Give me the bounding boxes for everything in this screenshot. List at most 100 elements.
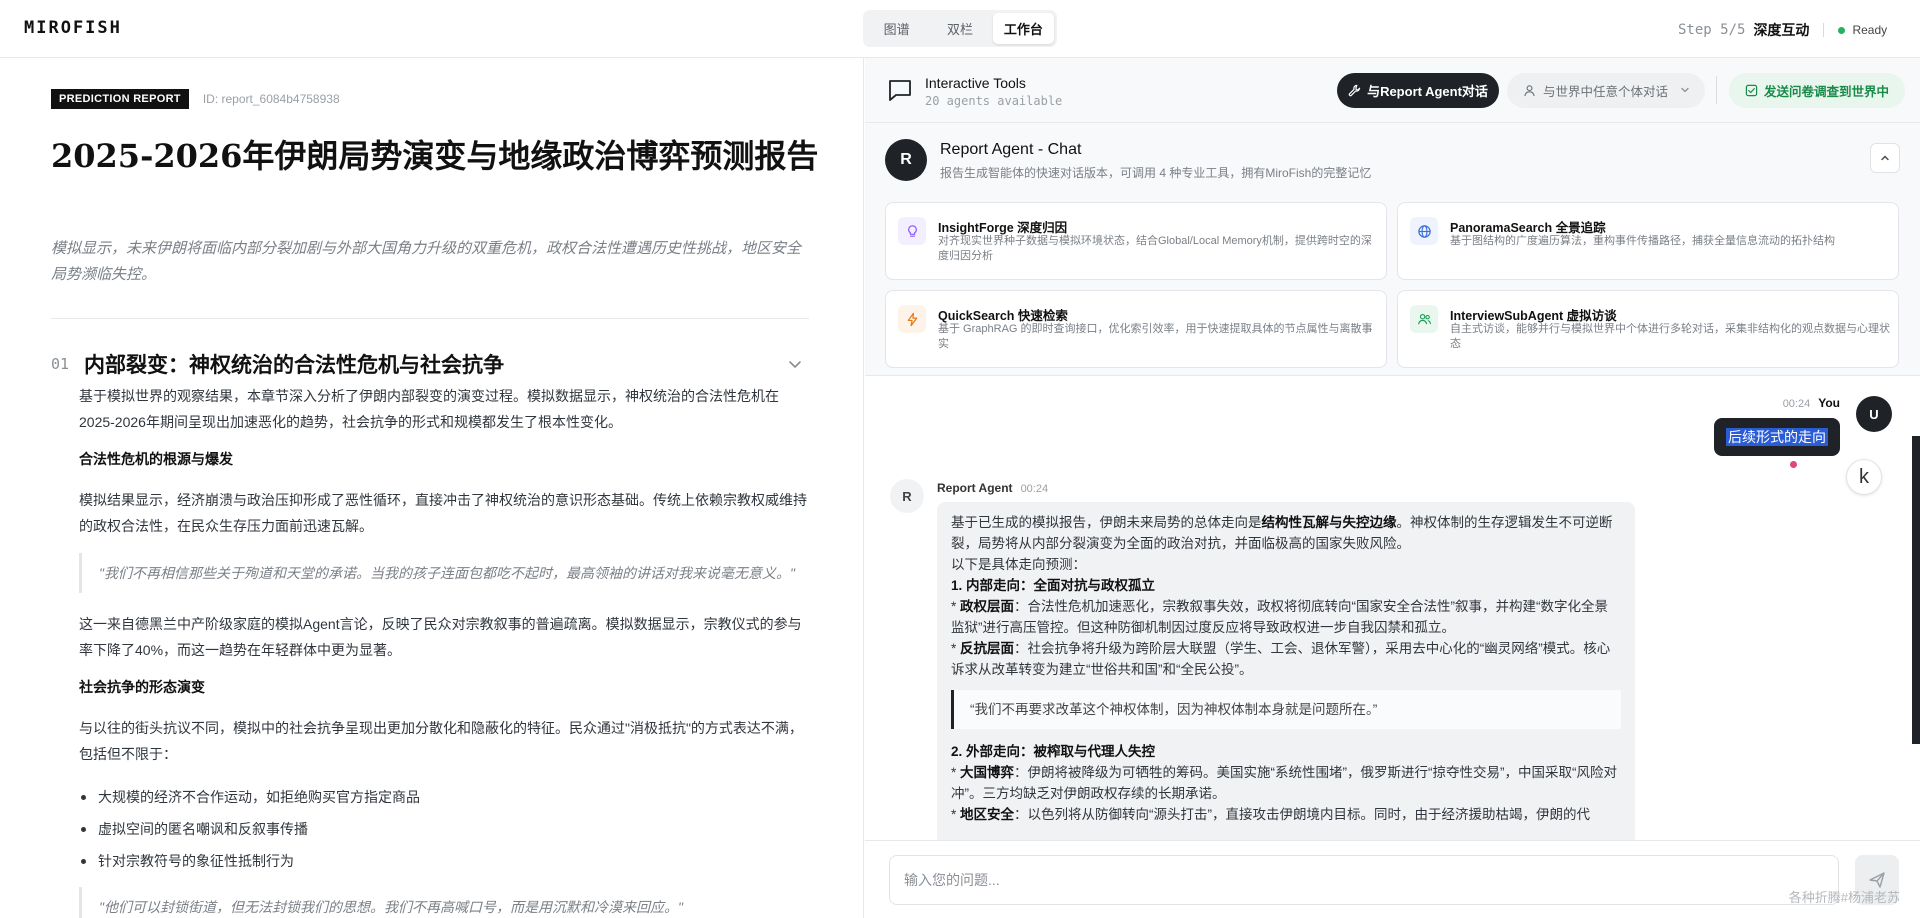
message-sender: Report Agent	[937, 481, 1013, 495]
chat-report-agent-button[interactable]: 与Report Agent对话	[1337, 73, 1499, 108]
message-heading: 2. 外部走向：被榨取与代理人失控	[951, 741, 1621, 762]
section-body: 基于模拟世界的观察结果，本章节深入分析了伊朗内部裂变的演变过程。模拟数据显示，神…	[79, 383, 809, 918]
message-heading: 1. 内部走向：全面对抗与政权孤立	[951, 575, 1621, 596]
tool-card-quicksearch[interactable]: QuickSearch 快速检索 基于 GraphRAG 的即时查询接口，优化索…	[885, 290, 1387, 368]
watermark: 各种折腾#杨浦老苏	[1788, 890, 1900, 905]
tool-description: 基于 GraphRAG 的即时查询接口，优化索引效率，用于快速提取具体的节点属性…	[938, 323, 1373, 350]
globe-icon	[1410, 217, 1438, 245]
message-sender: You	[1818, 396, 1840, 410]
chat-input[interactable]	[889, 855, 1839, 905]
step-counter: Step 5/5	[1678, 22, 1746, 38]
text: ：社会抗争将升级为跨阶层大联盟（学生、工会、退休军警），采用去中心化的“幽灵网络…	[951, 641, 1611, 677]
blockquote: "我们不再相信那些关于殉道和天堂的承诺。当我的孩子连面包都吃不起时，最高领袖的讲…	[79, 553, 809, 593]
wrench-icon	[1348, 84, 1361, 97]
paragraph: 基于模拟世界的观察结果，本章节深入分析了伊朗内部裂变的演变过程。模拟数据显示，神…	[79, 388, 779, 430]
agent-message-bubble: 基于已生成的模拟报告，伊朗未来局势的总体走向是结构性瓦解与失控边缘。神权体制的生…	[937, 502, 1635, 840]
tools-title: Interactive Tools	[925, 75, 1026, 91]
chevron-up-icon	[1881, 155, 1889, 161]
tool-card-panoramasearch[interactable]: PanoramaSearch 全景追踪 基于图结构的广度遍历算法，重构事件传播路…	[1397, 202, 1899, 280]
user-message-bubble: 后续形式的走向	[1714, 418, 1840, 456]
message-paragraph: 基于已生成的模拟报告，伊朗未来局势的总体走向是结构性瓦解与失控边缘。神权体制的生…	[951, 512, 1621, 554]
blockquote: “我们不再要求改革这个神权体制，因为神权体制本身就是问题所在。”	[951, 690, 1621, 729]
send-survey-label: 发送问卷调查到世界中	[1763, 85, 1889, 99]
list-item: 大规模的经济不合作运动，如拒绝购买官方指定商品	[79, 781, 809, 813]
text: ：伊朗将被降级为可牺牲的筹码。美国实施“系统性围堵”，俄罗斯进行“掠夺性交易”，…	[951, 765, 1617, 801]
lightning-icon	[898, 305, 926, 333]
bullet-label: 大国博弈	[960, 765, 1015, 780]
paragraph: 与以往的街头抗议不同，模拟中的社会抗争呈现出更加分散化和隐蔽化的特征。民众通过"…	[79, 720, 803, 762]
step-name: 深度互动	[1753, 22, 1810, 38]
bullet-list: 大规模的经济不合作运动，如拒绝购买官方指定商品 虚拟空间的匿名嘲讽和反叙事传播 …	[79, 781, 809, 877]
divider	[51, 318, 809, 319]
divider	[1823, 23, 1825, 37]
tab-graph[interactable]: 图谱	[866, 13, 927, 44]
chat-report-agent-label: 与Report Agent对话	[1367, 84, 1488, 99]
message-bullet: * 反抗层面：社会抗争将升级为跨阶层大联盟（学生、工会、退休军警），采用去中心化…	[951, 641, 1611, 677]
section-number: 01	[51, 355, 70, 373]
brand-logo[interactable]: MIROFISH	[24, 18, 122, 38]
tab-split[interactable]: 双栏	[929, 13, 990, 44]
message-bullet: * 政权层面：合法性危机加速恶化，宗教叙事失效，政权将彻底转向“国家安全合法性”…	[951, 599, 1609, 635]
interaction-panel: Interactive Tools 20 agents available 与R…	[865, 58, 1920, 918]
subheading: 社会抗争的形态演变	[79, 679, 205, 695]
message-time: 00:24	[1020, 483, 1049, 495]
agent-description: 报告生成智能体的快速对话版本，可调用 4 种专业工具，拥有MiroFish的完整…	[940, 166, 1372, 180]
agent-info-card: R Report Agent - Chat 报告生成智能体的快速对话版本，可调用…	[865, 123, 1920, 376]
tools-bar: Interactive Tools 20 agents available 与R…	[865, 58, 1920, 123]
status-text: Ready	[1852, 23, 1888, 37]
bullet-label: 地区安全	[960, 807, 1015, 822]
report-title: 2025-2026年伊朗局势演变与地缘政治博弈预测报告	[51, 137, 819, 175]
emphasis: 结构性瓦解与失控边缘	[1261, 515, 1397, 530]
tool-description: 对齐现实世界种子数据与模拟环境状态，结合Global/Local Memory机…	[938, 235, 1372, 262]
blockquote: "他们可以封锁街道，但无法封锁我们的思想。我们不再高喊口号，而是用沉默和冷漠来回…	[79, 887, 809, 918]
chat-input-area: 各种折腾#杨浦老苏	[865, 840, 1920, 918]
report-panel[interactable]: PREDICTION REPORT ID: report_6084b475893…	[0, 58, 864, 918]
chat-messages[interactable]: 00:24 You U 后续形式的走向 k R Report Agent 00:24…	[865, 376, 1920, 840]
agent-name: Report Agent - Chat	[940, 141, 1082, 158]
tool-description: 自主式访谈，能够并行与模拟世界中个体进行多轮对话，采集非结构化的观点数据与心理状…	[1450, 323, 1890, 350]
heading-text: 1. 内部走向：全面对抗与政权孤立	[951, 578, 1156, 593]
list-item: 虚拟空间的匿名嘲讽和反叙事传播	[79, 813, 809, 845]
scrollbar[interactable]	[1912, 436, 1920, 744]
heading-text: 2. 外部走向：被榨取与代理人失控	[951, 744, 1156, 759]
bullet-label: 政权层面	[960, 599, 1015, 614]
user-icon	[1524, 85, 1535, 97]
chevron-down-icon	[1681, 87, 1689, 93]
message-bullet: * 地区安全：以色列将从防御转向“源头打击”，直接攻击伊朗境内目标。同时，由于经…	[951, 807, 1591, 822]
record-dot-icon	[1788, 459, 1799, 470]
subheading: 合法性危机的根源与爆发	[79, 451, 233, 467]
avatar: R	[890, 479, 924, 513]
report-summary: 模拟显示，未来伊朗将面临内部分裂加剧与外部大国角力升级的双重危机，政权合法性遭遇…	[51, 240, 802, 283]
paragraph: 这一来自德黑兰中产阶级家庭的模拟Agent言论，反映了民众对宗教叙事的普遍疏离。…	[79, 616, 802, 658]
section-title: 内部裂变：神权统治的合法性危机与社会抗争	[84, 352, 504, 377]
tool-card-interviewsubagent[interactable]: InterviewSubAgent 虚拟访谈 自主式访谈，能够并行与模拟世界中个…	[1397, 290, 1899, 368]
chat-any-agent-label: 与世界中任意个体对话	[1543, 85, 1669, 99]
tool-card-insightforge[interactable]: InsightForge 深度归因 对齐现实世界种子数据与模拟环境状态，结合Gl…	[885, 202, 1387, 280]
message-time: 00:24	[1782, 398, 1811, 410]
step-indicator: Step 5/5 深度互动 Ready	[1678, 20, 1887, 40]
send-survey-button[interactable]: 发送问卷调查到世界中	[1729, 73, 1905, 108]
message-meta: 00:24 You	[1783, 396, 1840, 410]
checkbox-icon	[1745, 84, 1758, 97]
message-paragraph: 以下是具体走向预测：	[951, 557, 1086, 572]
section-header[interactable]: 01 内部裂变：神权统治的合法性危机与社会抗争	[51, 348, 809, 380]
floating-action-button[interactable]: k	[1846, 459, 1882, 495]
bullet-label: 反抗层面	[960, 641, 1015, 656]
chat-bubble-icon	[889, 80, 911, 101]
tab-workbench[interactable]: 工作台	[992, 13, 1054, 44]
chat-any-agent-dropdown[interactable]: 与世界中任意个体对话	[1507, 73, 1705, 108]
lightbulb-icon	[898, 217, 926, 245]
text: 基于已生成的模拟报告，伊朗未来局势的总体走向是	[951, 515, 1262, 530]
report-badge: PREDICTION REPORT	[51, 89, 189, 109]
chevron-down-icon[interactable]	[787, 356, 803, 372]
users-icon	[1410, 305, 1438, 333]
paragraph: 模拟结果显示，经济崩溃与政治压抑形成了恶性循环，直接冲击了神权统治的意识形态基础…	[79, 492, 807, 534]
message-meta: Report Agent 00:24	[937, 481, 1048, 495]
list-item: 针对宗教符号的象征性抵制行为	[79, 845, 809, 877]
collapse-button[interactable]	[1870, 143, 1900, 173]
message-text: 后续形式的走向	[1726, 428, 1828, 446]
message-bullet: * 大国博弈：伊朗将被降级为可牺牲的筹码。美国实施“系统性围堵”，俄罗斯进行“掠…	[951, 765, 1617, 801]
report-header: PREDICTION REPORT ID: report_6084b475893…	[51, 89, 340, 109]
view-mode-tabs: 图谱 双栏 工作台	[863, 10, 1057, 47]
text: ：合法性危机加速恶化，宗教叙事失效，政权将彻底转向“国家安全合法性”叙事，并构建…	[951, 599, 1609, 635]
